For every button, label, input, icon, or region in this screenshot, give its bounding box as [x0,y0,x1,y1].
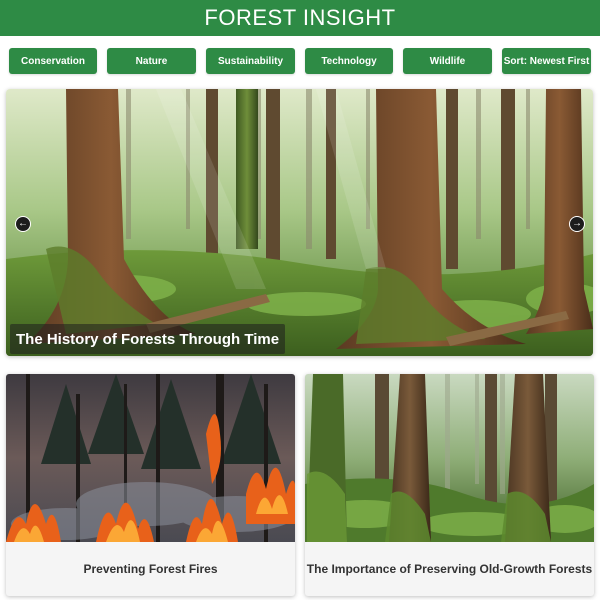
forest-fire-image [6,374,295,542]
filter-sustainability-button[interactable]: Sustainability [206,48,295,74]
hero-forest-image [6,89,593,356]
filter-nature-button[interactable]: Nature [107,48,196,74]
site-header: FOREST INSIGHT [0,0,600,36]
hero-title[interactable]: The History of Forests Through Time [10,324,286,354]
filter-wildlife-button[interactable]: Wildlife [403,48,492,74]
article-card-old-growth-forests[interactable]: The Importance of Preserving Old-Growth … [305,374,594,596]
sort-newest-first-button[interactable]: Sort: Newest First [502,48,591,74]
arrow-right-icon[interactable]: → [569,216,585,232]
old-growth-forest-image [305,374,594,542]
card-title[interactable]: Preventing Forest Fires [6,542,295,596]
article-card-forest-fires[interactable]: Preventing Forest Fires [6,374,295,596]
filter-conservation-button[interactable]: Conservation [9,48,97,74]
card-title[interactable]: The Importance of Preserving Old-Growth … [305,542,594,596]
arrow-left-icon[interactable]: ← [15,216,31,232]
hero-carousel[interactable]: ← → [6,89,593,356]
site-title: FOREST INSIGHT [204,5,396,30]
filter-technology-button[interactable]: Technology [305,48,393,74]
filter-bar: Conservation Nature Sustainability Techn… [0,48,600,76]
